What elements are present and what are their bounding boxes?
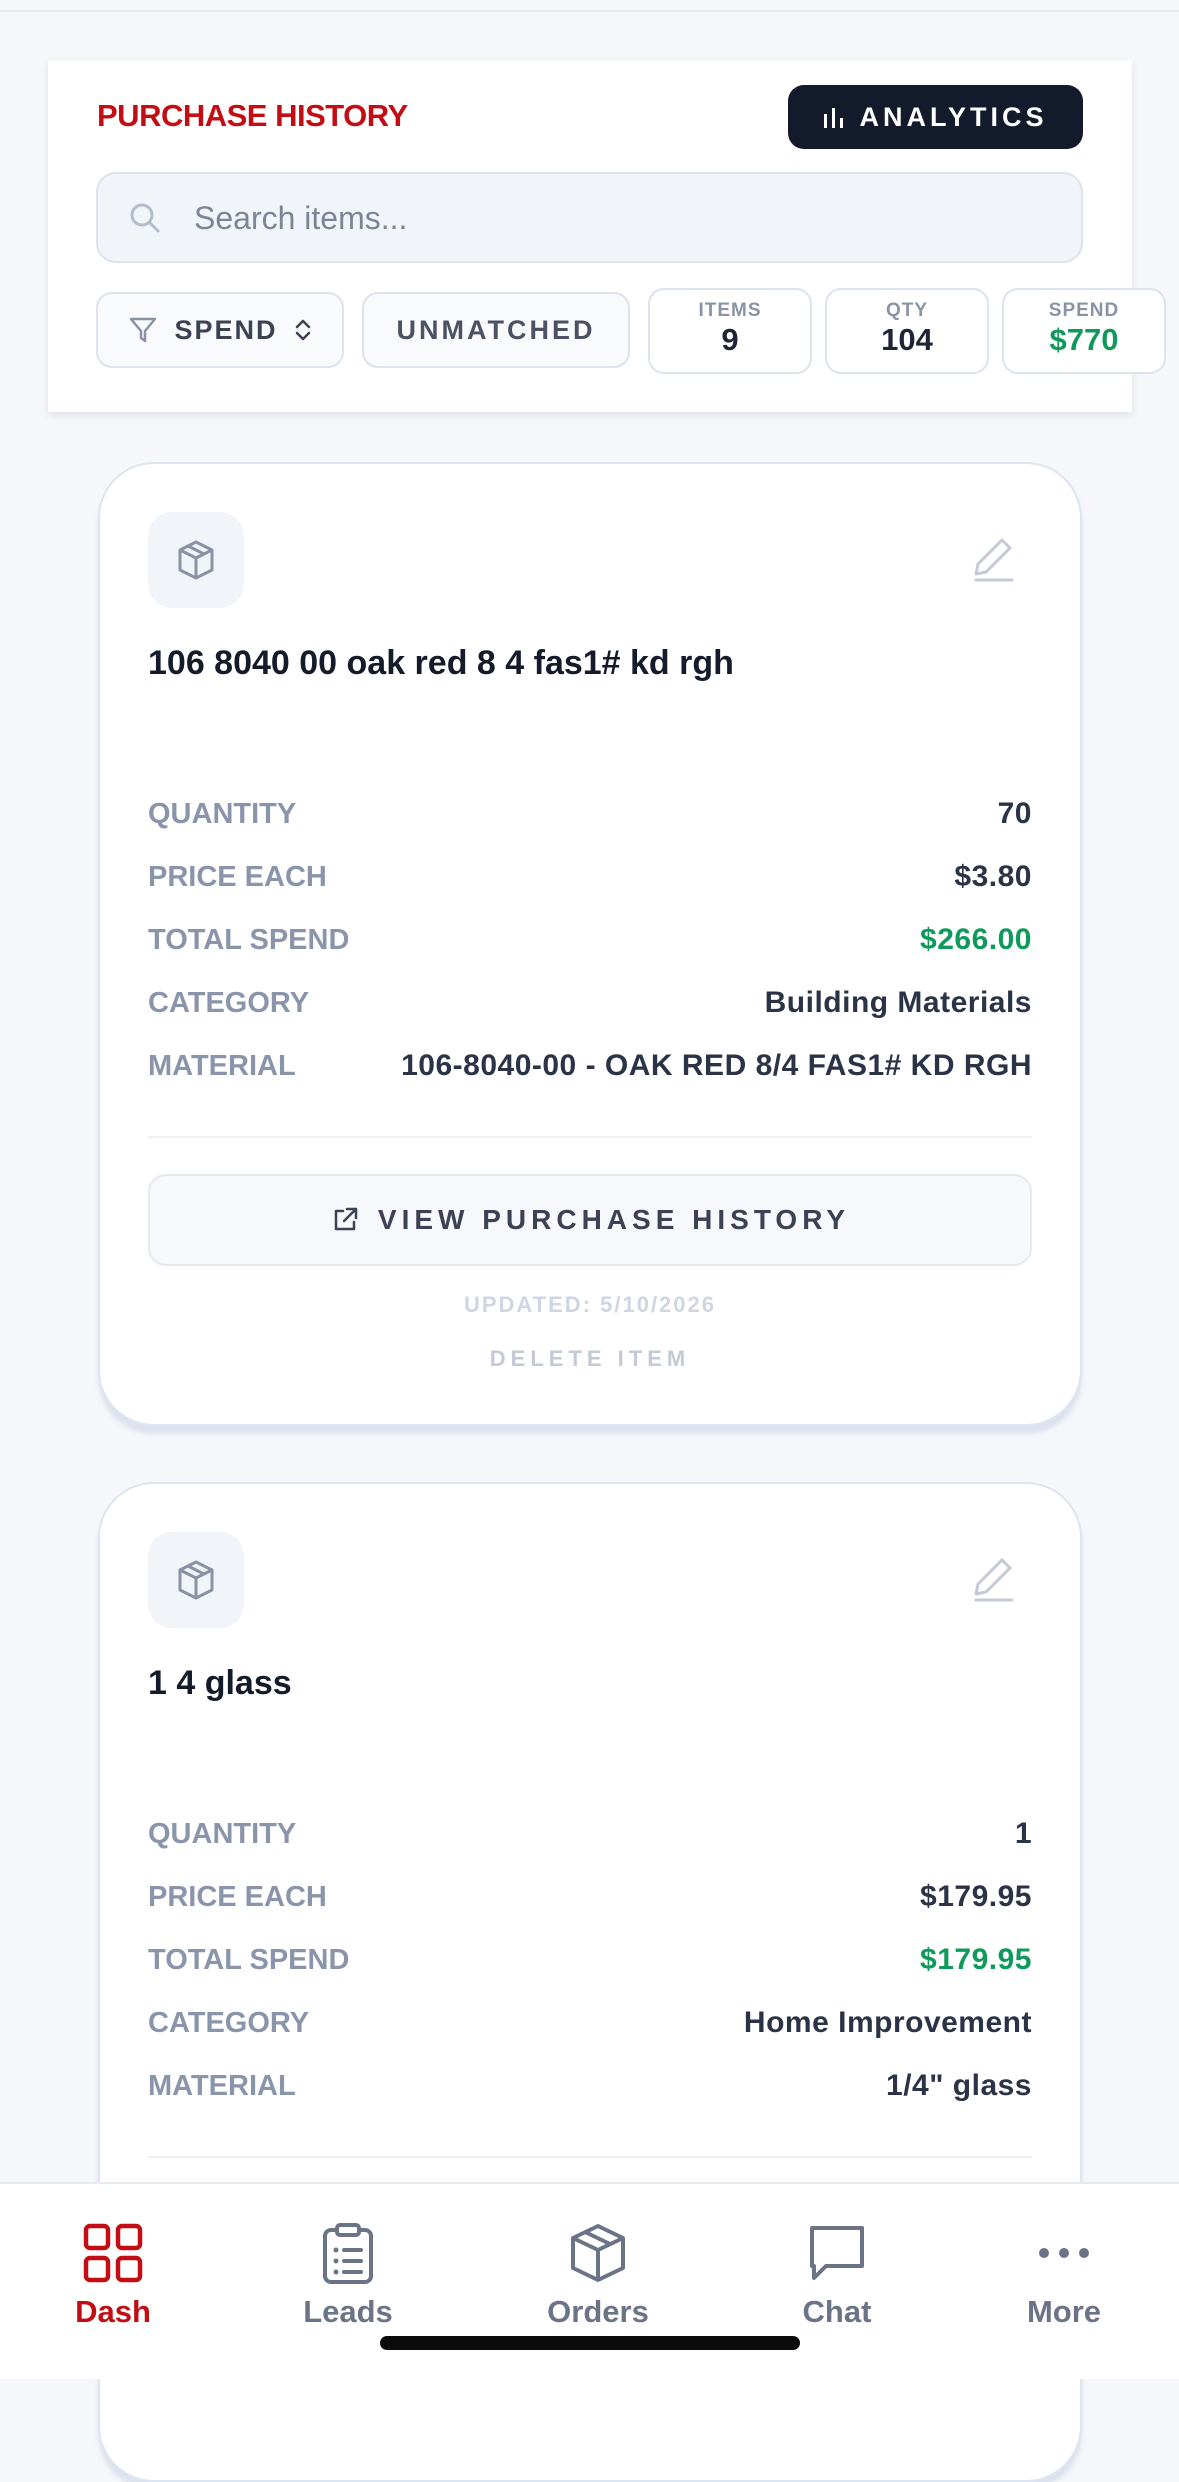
- quantity-row: QUANTITY 1: [148, 1814, 1032, 1854]
- updated-timestamp: UPDATED: 5/10/2026: [463, 1292, 716, 1317]
- header-panel: PURCHASE HISTORY ANALYTICS SPEND UNMATCH…: [48, 60, 1166, 412]
- row-value: 106-8040-00 - OAK RED 8/4 FAS1# KD RGH: [401, 1049, 1032, 1082]
- item-thumbnail: [148, 512, 244, 608]
- row-value: Building Materials: [764, 986, 1032, 1019]
- stat-label: ITEMS: [698, 300, 762, 321]
- total-spend-row: TOTAL SPEND $179.95: [148, 1940, 1032, 1980]
- row-label: QUANTITY: [148, 797, 297, 830]
- nav-label: Dash: [75, 2294, 151, 2329]
- bar-chart-icon: [824, 108, 844, 128]
- row-value: $3.80: [954, 860, 1032, 893]
- row-value: 1: [1014, 1817, 1032, 1850]
- home-indicator: [380, 2336, 800, 2350]
- nav-leads[interactable]: Leads: [258, 2222, 438, 2330]
- search-icon: [130, 203, 160, 233]
- quantity-row: QUANTITY 70: [148, 794, 1032, 834]
- row-value: 1/4" glass: [886, 2069, 1032, 2102]
- row-value: $179.95: [920, 1943, 1032, 1976]
- row-value: 70: [997, 797, 1032, 830]
- divider: [148, 2156, 1032, 2158]
- sort-spend-button[interactable]: SPEND: [96, 292, 344, 368]
- row-label: MATERIAL: [148, 2069, 296, 2102]
- unmatched-filter-button[interactable]: UNMATCHED: [362, 292, 630, 368]
- view-purchase-history-button[interactable]: VIEW PURCHASE HISTORY: [148, 1174, 1032, 1266]
- chat-icon: [810, 2226, 864, 2280]
- stat-value: 9: [721, 322, 739, 357]
- search-box[interactable]: [96, 172, 1083, 263]
- material-row: MATERIAL 106-8040-00 - OAK RED 8/4 FAS1#…: [148, 1046, 1032, 1086]
- search-input[interactable]: [194, 188, 1054, 248]
- category-row: CATEGORY Home Improvement: [148, 2003, 1032, 2043]
- stat-value: $770: [1049, 322, 1119, 357]
- edit-icon[interactable]: [968, 1554, 1018, 1604]
- box-icon: [571, 2224, 625, 2282]
- stat-qty: QTY 104: [825, 288, 989, 374]
- row-value: $266.00: [920, 923, 1032, 956]
- row-label: TOTAL SPEND: [148, 1943, 350, 1976]
- analytics-label: ANALYTICS: [859, 101, 1048, 132]
- row-label: TOTAL SPEND: [148, 923, 350, 956]
- stat-label: QTY: [885, 300, 929, 321]
- chevron-up-down-icon: [295, 319, 310, 341]
- view-purchase-history-label: VIEW PURCHASE HISTORY: [377, 1204, 851, 1235]
- stat-spend: SPEND $770: [1002, 288, 1166, 374]
- nav-chat[interactable]: Chat: [747, 2222, 927, 2330]
- total-spend-row: TOTAL SPEND $266.00: [148, 920, 1032, 960]
- analytics-button[interactable]: ANALYTICS: [788, 85, 1083, 149]
- unmatched-label: UNMATCHED: [396, 314, 596, 345]
- row-label: MATERIAL: [148, 1049, 296, 1082]
- row-label: QUANTITY: [148, 1817, 297, 1850]
- edit-icon[interactable]: [968, 534, 1018, 584]
- delete-item-button[interactable]: DELETE ITEM: [100, 1346, 1080, 1372]
- filter-icon: [130, 317, 157, 343]
- material-row: MATERIAL 1/4" glass: [148, 2066, 1032, 2106]
- box-icon: [178, 1560, 214, 1600]
- external-link-icon: [334, 1207, 358, 1231]
- nav-label: Chat: [802, 2294, 872, 2329]
- item-title: 1 4 glass: [148, 1664, 292, 1702]
- nav-label: More: [1026, 2294, 1102, 2329]
- row-label: CATEGORY: [148, 986, 310, 1019]
- nav-orders[interactable]: Orders: [508, 2222, 688, 2330]
- nav-dash[interactable]: Dash: [23, 2222, 203, 2330]
- stat-items: ITEMS 9: [648, 288, 812, 374]
- row-value: $179.95: [920, 1880, 1032, 1913]
- nav-label: Orders: [547, 2294, 649, 2329]
- top-edge: [0, 0, 1179, 12]
- row-label: CATEGORY: [148, 2006, 310, 2039]
- row-label: PRICE EACH: [148, 1880, 327, 1913]
- row-label: PRICE EACH: [148, 860, 327, 893]
- price-row: PRICE EACH $3.80: [148, 857, 1032, 897]
- page-title: PURCHASE HISTORY: [97, 98, 408, 133]
- category-row: CATEGORY Building Materials: [148, 983, 1032, 1023]
- item-title: 106 8040 00 oak red 8 4 fas1# kd rgh: [148, 644, 734, 682]
- stat-value: 104: [881, 322, 933, 357]
- row-value: Home Improvement: [743, 2006, 1032, 2039]
- nav-label: Leads: [303, 2294, 393, 2329]
- sort-label: SPEND: [174, 314, 278, 345]
- clipboard-icon: [323, 2223, 373, 2284]
- item-card: 106 8040 00 oak red 8 4 fas1# kd rgh QUA…: [98, 462, 1082, 1426]
- stat-label: SPEND: [1048, 300, 1120, 321]
- item-thumbnail: [148, 1532, 244, 1628]
- grid-icon: [83, 2223, 143, 2283]
- price-row: PRICE EACH $179.95: [148, 1877, 1032, 1917]
- more-icon: [1039, 2248, 1089, 2258]
- divider: [148, 1136, 1032, 1138]
- box-icon: [178, 540, 214, 580]
- nav-more[interactable]: More: [974, 2222, 1154, 2330]
